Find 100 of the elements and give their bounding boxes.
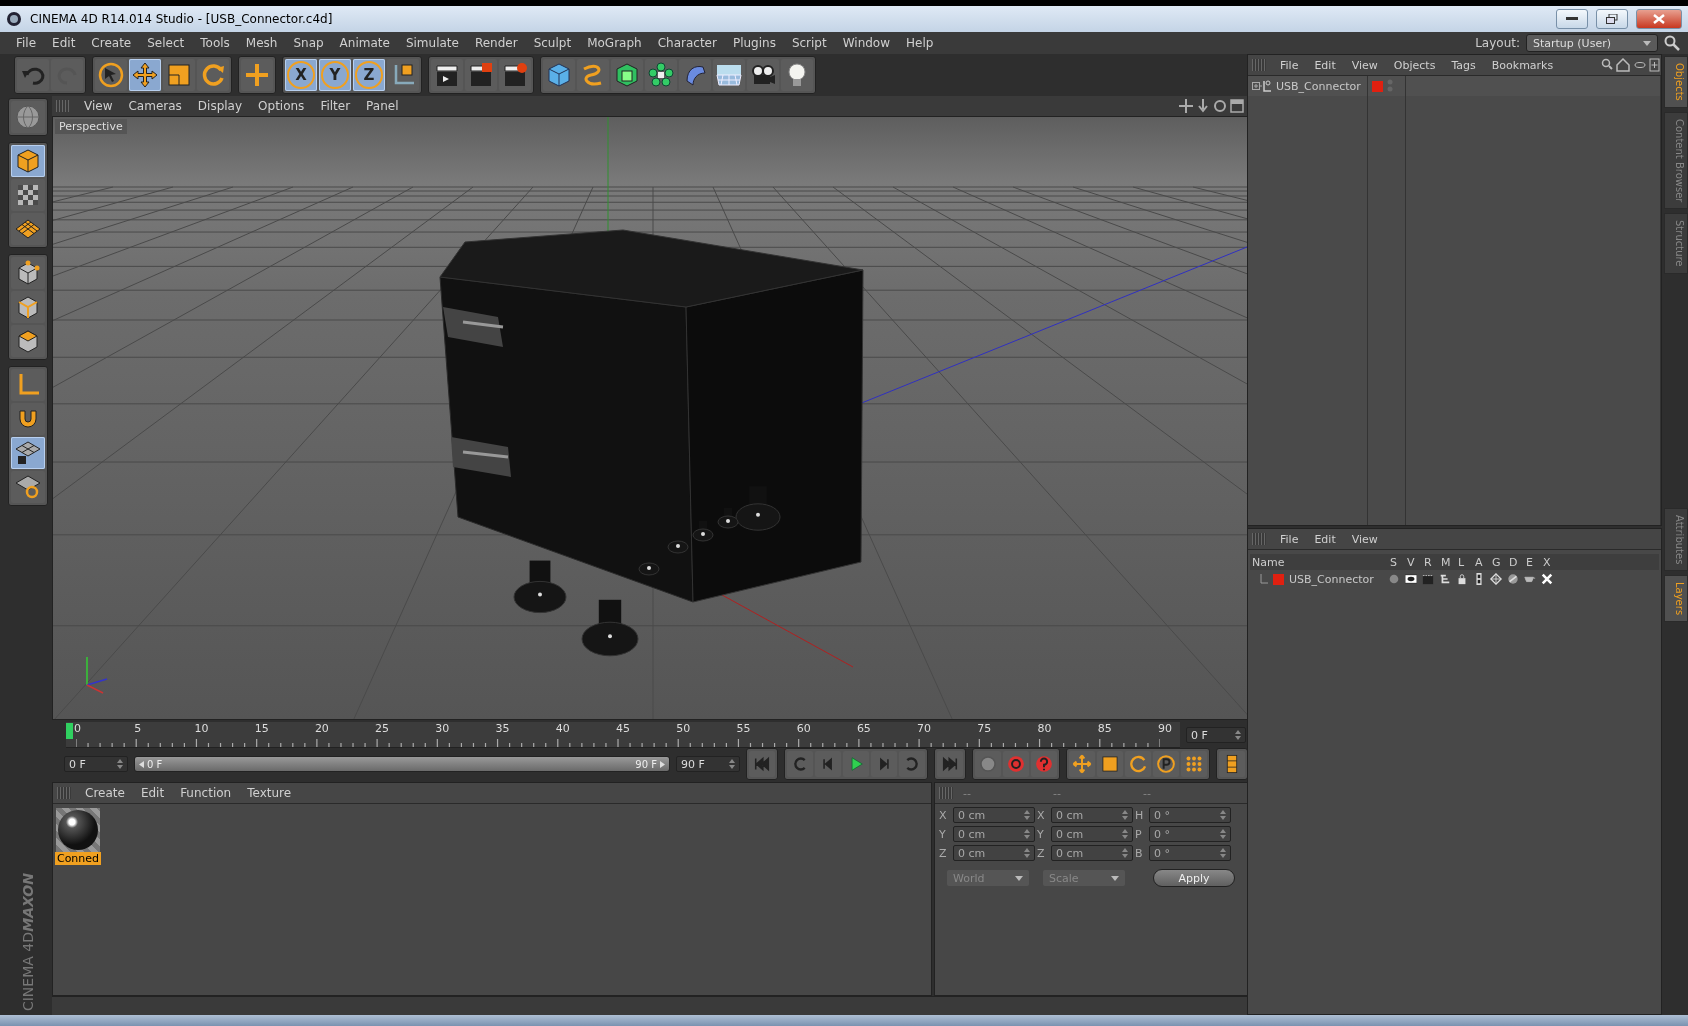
help-icon[interactable]	[1031, 751, 1057, 777]
column-header[interactable]: S	[1388, 555, 1405, 569]
spinner-arrows-icon[interactable]	[729, 759, 735, 769]
menu-item[interactable]: Tools	[192, 34, 238, 52]
menu-item[interactable]: Character	[649, 34, 725, 52]
apply-button[interactable]: Apply	[1153, 869, 1235, 887]
layer-menu-item[interactable]: File	[1272, 530, 1307, 548]
right-arrow-icon[interactable]	[660, 760, 665, 768]
spinner-arrows-icon[interactable]	[1235, 730, 1241, 740]
previous-key-icon[interactable]	[787, 751, 813, 777]
column-header[interactable]: G	[1490, 555, 1507, 569]
cube-icon[interactable]	[543, 59, 575, 91]
spinner-arrows-icon[interactable]	[1122, 829, 1128, 839]
coordinate-field[interactable]: 0 cm	[1051, 826, 1133, 842]
end-frame-field[interactable]: 90 F	[676, 756, 740, 772]
spinner-arrows-icon[interactable]	[1024, 848, 1030, 858]
key-icon[interactable]	[975, 751, 1001, 777]
cube-points-icon[interactable]	[11, 257, 45, 289]
spinner-arrows-icon[interactable]	[1220, 829, 1226, 839]
menu-item[interactable]: Sculpt	[525, 34, 580, 52]
column-header[interactable]: X	[1541, 555, 1558, 569]
menu-item[interactable]: Create	[83, 34, 140, 52]
object-menu-item[interactable]: File	[1272, 56, 1307, 74]
spinner-arrows-icon[interactable]	[1122, 848, 1128, 858]
viewport-menu-item[interactable]: View	[76, 97, 121, 115]
start-frame-field[interactable]: 0 F	[64, 756, 128, 772]
spinner-arrows-icon[interactable]	[1024, 810, 1030, 820]
undo-icon[interactable]	[17, 59, 49, 91]
coordinate-field[interactable]: 0 °	[1149, 845, 1231, 861]
film-strip-icon[interactable]	[1473, 573, 1485, 585]
layout-dropdown[interactable]: Startup (User)	[1526, 34, 1658, 52]
grip-handle[interactable]	[939, 787, 953, 799]
scale-icon[interactable]	[163, 59, 195, 91]
clapperboard-icon[interactable]	[499, 59, 531, 91]
material-menu-item[interactable]: Edit	[132, 784, 173, 802]
axis-lock-button[interactable]: X	[285, 59, 317, 91]
current-frame-field[interactable]: 0 F	[1186, 727, 1246, 743]
cube-faces-icon[interactable]	[11, 325, 45, 357]
play-icon[interactable]	[843, 751, 869, 777]
side-tab[interactable]: Objects	[1664, 56, 1688, 108]
axis-lock-button[interactable]: Y	[319, 59, 351, 91]
restore-button[interactable]	[1596, 9, 1628, 29]
magnet-icon[interactable]	[11, 403, 45, 435]
camera-icon[interactable]	[747, 59, 779, 91]
grip-handle[interactable]	[1252, 533, 1266, 545]
column-header[interactable]: M	[1439, 555, 1456, 569]
side-tab[interactable]: Layers	[1664, 575, 1688, 623]
viewport-menu-item[interactable]: Panel	[358, 97, 407, 115]
material-preview[interactable]	[56, 808, 100, 852]
close-button[interactable]	[1636, 9, 1682, 29]
clapperboard-icon[interactable]	[431, 59, 463, 91]
null-object-icon[interactable]	[1252, 79, 1272, 93]
object-menu-item[interactable]: View	[1343, 56, 1386, 74]
material-name[interactable]: Conned	[54, 852, 102, 865]
spinner-arrows-icon[interactable]	[1122, 810, 1128, 820]
menu-item[interactable]: MoGraph	[579, 34, 650, 52]
material-menu-item[interactable]: Create	[77, 784, 133, 802]
menu-item[interactable]: Edit	[44, 34, 84, 52]
axis-lock-button[interactable]: Z	[353, 59, 385, 91]
grid-rotate-icon[interactable]	[11, 471, 45, 503]
lock-icon[interactable]	[1456, 573, 1468, 585]
eye-icon[interactable]	[1405, 573, 1417, 585]
spinner-arrows-icon[interactable]	[1220, 810, 1226, 820]
coordinate-field[interactable]: 0 °	[1149, 826, 1231, 842]
menu-item[interactable]: Plugins	[724, 34, 784, 52]
layer-color-swatch[interactable]	[1273, 573, 1284, 585]
viewport-menu-item[interactable]: Display	[189, 97, 251, 115]
menu-item[interactable]: Simulate	[397, 34, 467, 52]
next-key-icon[interactable]	[899, 751, 925, 777]
column-header[interactable]: L	[1456, 555, 1473, 569]
column-header[interactable]: R	[1422, 555, 1439, 569]
object-menu-item[interactable]: Bookmarks	[1483, 56, 1562, 74]
grid-plane-icon[interactable]	[11, 213, 45, 245]
3d-viewport[interactable]: Perspective	[52, 116, 1248, 720]
solo-dot-icon[interactable]	[1388, 573, 1400, 585]
orbit-icon[interactable]	[1213, 99, 1227, 113]
layer-menu-item[interactable]: Edit	[1306, 530, 1344, 548]
column-header[interactable]: V	[1405, 555, 1422, 569]
grip-handle[interactable]	[1252, 59, 1266, 71]
pointer-icon[interactable]	[95, 59, 127, 91]
material-menu-item[interactable]: Function	[172, 784, 240, 802]
parameter-icon[interactable]	[1153, 751, 1179, 777]
hierarchy-icon[interactable]	[1439, 573, 1451, 585]
object-menu-item[interactable]: Edit	[1306, 56, 1344, 74]
viewport-menu-item[interactable]: Cameras	[120, 97, 190, 115]
coordinate-field[interactable]: 0 cm	[953, 845, 1035, 861]
angle-axis-icon[interactable]	[11, 369, 45, 401]
floor-grid-icon[interactable]	[713, 59, 745, 91]
maximize-view-icon[interactable]	[1230, 99, 1244, 113]
object-row[interactable]: USB_Connector	[1248, 76, 1367, 96]
coordinate-field[interactable]: 0 cm	[1051, 807, 1133, 823]
grip-handle[interactable]	[57, 787, 71, 799]
column-header[interactable]: Name	[1250, 555, 1388, 569]
viewport-menu-item[interactable]: Filter	[312, 97, 359, 115]
layer-name[interactable]: USB_Connector	[1289, 572, 1374, 586]
dot-grid-icon[interactable]	[1181, 751, 1207, 777]
spinner-arrows-icon[interactable]	[1024, 829, 1030, 839]
menu-item[interactable]: File	[8, 34, 45, 52]
scale-icon[interactable]	[1097, 751, 1123, 777]
cube-icon[interactable]	[11, 145, 45, 177]
